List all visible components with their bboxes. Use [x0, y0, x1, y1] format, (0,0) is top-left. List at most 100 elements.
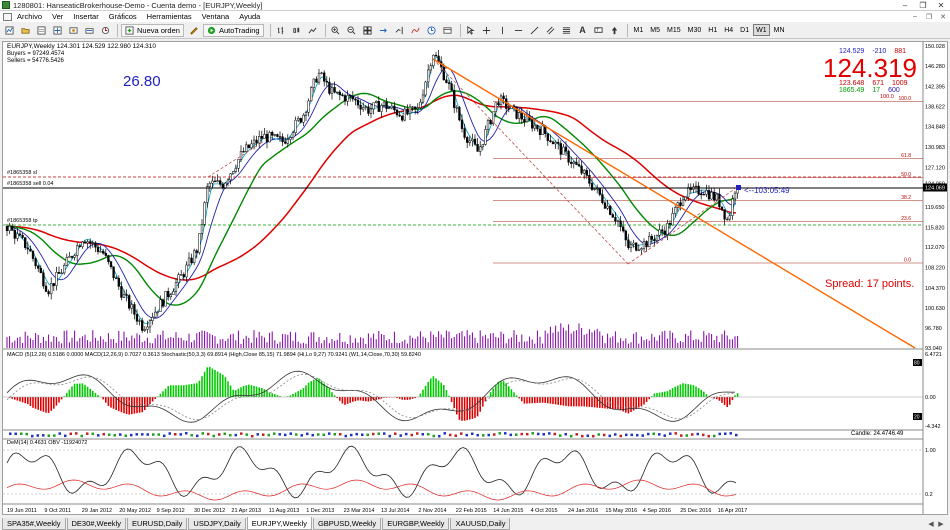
- autoscroll-button[interactable]: [377, 24, 391, 37]
- chart-shift-button[interactable]: [393, 24, 407, 37]
- menu-archivo[interactable]: Archivo: [12, 12, 47, 21]
- label-tool-button[interactable]: T: [592, 24, 606, 37]
- candle-body: [167, 291, 170, 298]
- periods-button[interactable]: [425, 24, 439, 37]
- tabs-scroll-right-icon[interactable]: ▶: [936, 520, 946, 528]
- horizontal-line-button[interactable]: [512, 24, 526, 37]
- line-chart-button[interactable]: [306, 24, 320, 37]
- trendline-button[interactable]: [528, 24, 542, 37]
- fib-level-label: 0.0: [904, 258, 911, 264]
- menu-ayuda[interactable]: Ayuda: [234, 12, 265, 21]
- mdi-restore-button[interactable]: ❐: [922, 13, 936, 21]
- order-label-sell[interactable]: #1865358 sell 0.04: [7, 181, 53, 188]
- drawn-lines[interactable]: [3, 58, 923, 349]
- tab-de30-weekly[interactable]: DE30#,Weekly: [66, 518, 126, 530]
- autotrading-label: AutoTrading: [218, 25, 260, 35]
- metaeditor-icon: [190, 26, 199, 35]
- timeframe-d1[interactable]: D1: [737, 24, 752, 36]
- candle-body: [372, 102, 375, 110]
- terminal-button[interactable]: [82, 24, 96, 37]
- menu-ver[interactable]: Ver: [47, 12, 68, 21]
- menu-graficos[interactable]: Gráficos: [104, 12, 142, 21]
- new-chart-button[interactable]: [2, 24, 16, 37]
- document-icon[interactable]: [3, 12, 12, 21]
- signal-marker: [14, 432, 17, 436]
- crosshair-button[interactable]: [480, 24, 494, 37]
- price-chart-canvas[interactable]: 100.061.850.038.223.60.0 150.028146.2801…: [3, 42, 947, 514]
- current-price-tag-label: 124.069: [925, 186, 945, 192]
- maximize-button[interactable]: ❐: [914, 1, 932, 10]
- candle-body: [411, 106, 414, 108]
- tabs-scroll-left-icon[interactable]: ◀: [926, 520, 936, 528]
- timeframe-h1[interactable]: H1: [705, 24, 720, 36]
- signal-marker: [322, 433, 325, 437]
- navigator-button[interactable]: [66, 24, 80, 37]
- order-label-tp[interactable]: #1865358 tp: [7, 218, 38, 225]
- tab-usdjpy-daily[interactable]: USDJPY,Daily: [188, 518, 246, 530]
- tab-spa35-weekly[interactable]: SPA35#,Weekly: [2, 518, 66, 530]
- menu-insertar[interactable]: Insertar: [68, 12, 103, 21]
- minimize-button[interactable]: –: [896, 1, 914, 10]
- profiles-button[interactable]: [18, 24, 32, 37]
- channel-button[interactable]: [544, 24, 558, 37]
- timeframe-m30[interactable]: M30: [685, 24, 705, 36]
- tile-icon: [363, 25, 372, 35]
- candle-body: [128, 295, 131, 309]
- strategy-tester-button[interactable]: [98, 24, 112, 37]
- arrows-tool-button[interactable]: [608, 24, 622, 37]
- date-axis-label: 22 Feb 2015: [456, 508, 487, 514]
- menu-herramientas[interactable]: Herramientas: [142, 12, 197, 21]
- timeframe-m1[interactable]: M1: [631, 24, 647, 36]
- tab-eurjpy-weekly[interactable]: EURJPY,Weekly: [246, 517, 312, 530]
- timeframe-mn[interactable]: MN: [771, 24, 788, 36]
- candle-body: [16, 233, 19, 239]
- candle-body: [637, 249, 640, 251]
- candle-body: [687, 187, 690, 198]
- timeframe-m15[interactable]: M15: [664, 24, 684, 36]
- mdi-close-button[interactable]: ✕: [936, 13, 950, 21]
- data-window-button[interactable]: [50, 24, 64, 37]
- indicators-button[interactable]: [409, 24, 423, 37]
- candle-body: [635, 242, 638, 251]
- sellers-label: Sellers = 54776.5426: [7, 58, 64, 64]
- metaeditor-button[interactable]: [187, 24, 201, 37]
- tab-gbpusd-weekly[interactable]: GBPUSD,Weekly: [312, 518, 382, 530]
- signal-marker: [300, 434, 303, 437]
- cursor-button[interactable]: [464, 24, 478, 37]
- timeframe-w1[interactable]: W1: [753, 24, 770, 36]
- market-watch-button[interactable]: [34, 24, 48, 37]
- templates-button[interactable]: [441, 24, 455, 37]
- menu-ventana[interactable]: Ventana: [197, 12, 235, 21]
- close-button[interactable]: ✕: [932, 1, 950, 10]
- fibonacci-button[interactable]: [560, 24, 574, 37]
- bar-chart-button[interactable]: [274, 24, 288, 37]
- candle-body: [143, 329, 146, 331]
- signal-marker: [509, 433, 512, 437]
- candle-body: [94, 242, 97, 248]
- zoom-out-button[interactable]: [345, 24, 359, 37]
- timeframe-h4[interactable]: H4: [721, 24, 736, 36]
- signal-marker: [124, 434, 127, 438]
- chart-window[interactable]: 100.0 61.8 50.0 38.2 23.6 0.0 150.028 146.280 1…: [2, 41, 948, 515]
- candle-body: [57, 272, 61, 274]
- tab-eurgbp-weekly[interactable]: EURGBP,Weekly: [382, 518, 450, 530]
- signal-marker: [306, 432, 309, 436]
- zoom-in-button[interactable]: [329, 24, 343, 37]
- tile-windows-button[interactable]: [361, 24, 375, 37]
- text-tool-button[interactable]: A: [576, 24, 590, 37]
- new-order-button[interactable]: Nueva orden: [121, 23, 184, 37]
- signal-marker: [366, 433, 369, 437]
- order-label-sl[interactable]: #1865358 sl: [7, 170, 37, 177]
- candlestick-button[interactable]: [290, 24, 304, 37]
- timeframe-m5[interactable]: M5: [647, 24, 663, 36]
- candle-body: [476, 144, 479, 152]
- candle-body: [263, 133, 266, 139]
- autotrading-button[interactable]: AutoTrading: [202, 23, 264, 37]
- tab-eurusd-daily[interactable]: EURUSD,Daily: [126, 518, 188, 530]
- vertical-line-button[interactable]: [496, 24, 510, 37]
- fibonacci-retracement[interactable]: 100.061.850.038.223.60.0: [493, 96, 923, 264]
- tab-xauusd-daily[interactable]: XAUUSD,Daily: [450, 518, 511, 530]
- signal-marker: [102, 432, 105, 436]
- date-axis-label: 9 Oct 2011: [44, 508, 71, 514]
- mdi-minimize-button[interactable]: –: [908, 13, 922, 21]
